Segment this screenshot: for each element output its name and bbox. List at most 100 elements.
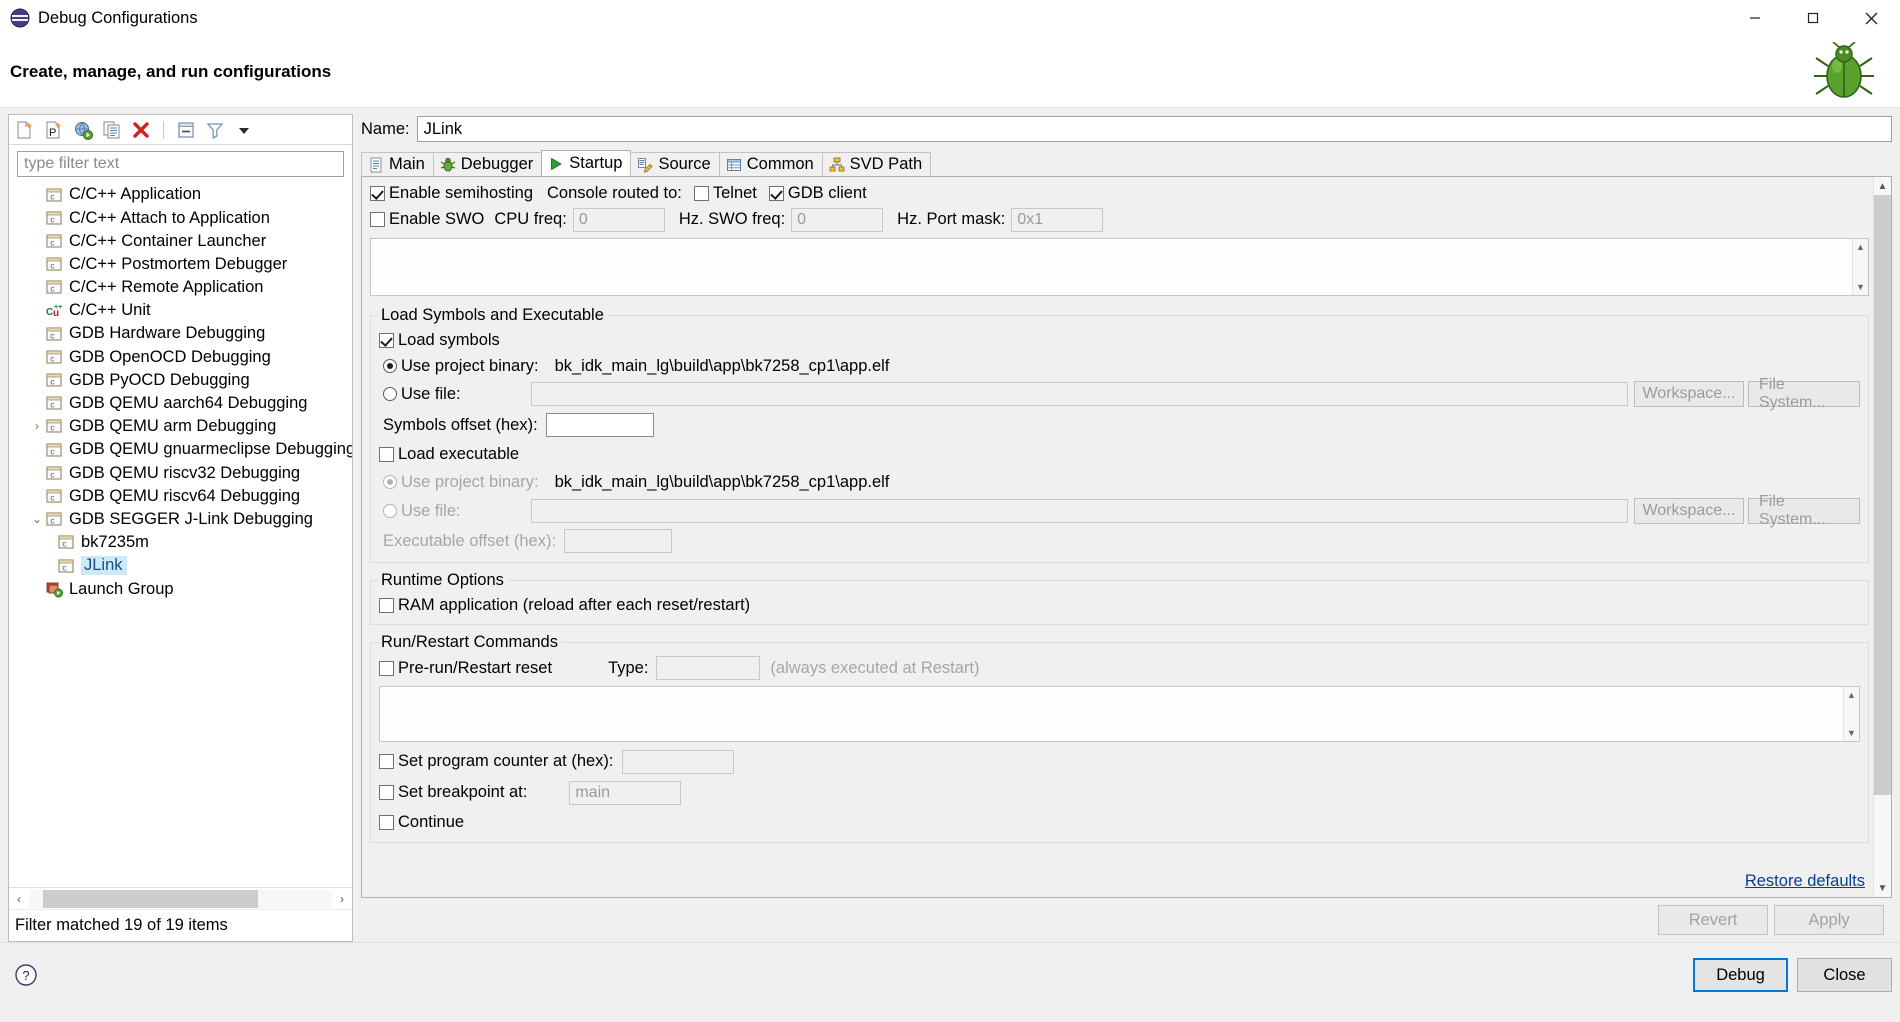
scroll-up-icon[interactable]: ▲ bbox=[1853, 239, 1868, 255]
filter-input[interactable]: type filter text bbox=[17, 151, 344, 177]
tab-source[interactable]: Source bbox=[630, 152, 719, 176]
startup-panel-scrollbar[interactable]: ▲ ▼ bbox=[1873, 177, 1891, 897]
new-configuration-icon[interactable] bbox=[15, 120, 35, 140]
set-breakpoint-input[interactable]: main bbox=[569, 781, 681, 805]
tree-item-c-cpp-container-launcher[interactable]: c C/C++ Container Launcher bbox=[9, 229, 352, 252]
scrollbar-thumb[interactable] bbox=[1874, 195, 1891, 795]
telnet-checkbox[interactable] bbox=[694, 186, 709, 201]
tree-item-c-cpp-remote-application[interactable]: c C/C++ Remote Application bbox=[9, 276, 352, 299]
apply-button[interactable]: Apply bbox=[1774, 905, 1884, 935]
tree-item-c-cpp-attach-to-application[interactable]: c C/C++ Attach to Application bbox=[9, 206, 352, 229]
debug-button[interactable]: Debug bbox=[1693, 958, 1788, 992]
tree-item-jlink[interactable]: c JLink bbox=[9, 554, 352, 577]
maximize-button[interactable] bbox=[1784, 0, 1842, 36]
filter-icon[interactable] bbox=[205, 120, 225, 140]
set-program-counter-input[interactable] bbox=[622, 750, 734, 774]
enable-semihosting-checkbox[interactable] bbox=[370, 186, 385, 201]
startup-content: Enable semihosting Console routed to: Te… bbox=[362, 177, 1891, 897]
tree-item-gdb-hardware-debugging[interactable]: c GDB Hardware Debugging bbox=[9, 322, 352, 345]
executable-use-file-radio[interactable] bbox=[383, 504, 397, 518]
prerun-restart-reset-checkbox[interactable] bbox=[379, 661, 394, 676]
ram-application-row: RAM application (reload after each reset… bbox=[379, 592, 1860, 618]
play-icon bbox=[548, 156, 564, 172]
help-icon[interactable]: ? bbox=[14, 963, 38, 987]
tab-label: Common bbox=[747, 155, 814, 174]
cpu-freq-input[interactable]: 0 bbox=[573, 208, 665, 232]
new-prototype-icon[interactable]: P bbox=[44, 120, 64, 140]
run-restart-commands-group: Run/Restart Commands Pre-run/Restart res… bbox=[370, 633, 1869, 843]
scroll-left-icon[interactable]: ‹ bbox=[9, 892, 29, 906]
tree-item-gdb-qemu-riscv32-debugging[interactable]: c GDB QEMU riscv32 Debugging bbox=[9, 461, 352, 484]
tree-item-gdb-qemu-arm-debugging[interactable]: › c GDB QEMU arm Debugging bbox=[9, 415, 352, 438]
scroll-right-icon[interactable]: › bbox=[332, 892, 352, 906]
tab-svd-path[interactable]: SVD Path bbox=[822, 152, 931, 176]
dialog-footer: ? Debug Close bbox=[0, 943, 1900, 1007]
tree-item-bk7235m[interactable]: c bk7235m bbox=[9, 531, 352, 554]
tree-item-c-cpp-unit[interactable]: C u ++ C/C++ Unit bbox=[9, 299, 352, 322]
symbols-use-file-input[interactable] bbox=[531, 382, 1628, 406]
executable-use-file-input[interactable] bbox=[531, 499, 1628, 523]
swo-freq-input[interactable]: 0 bbox=[791, 208, 883, 232]
tree-item-gdb-segger-jlink-debugging[interactable]: ⌄ c GDB SEGGER J-Link Debugging bbox=[9, 508, 352, 531]
tab-startup[interactable]: Startup bbox=[541, 150, 631, 176]
enable-swo-checkbox[interactable] bbox=[370, 212, 385, 227]
scroll-up-icon[interactable]: ▲ bbox=[1844, 687, 1859, 703]
close-button[interactable]: Close bbox=[1797, 958, 1892, 992]
initialization-commands-textarea[interactable]: ▲ ▼ bbox=[370, 238, 1869, 296]
executable-use-project-binary-radio[interactable] bbox=[383, 475, 397, 489]
executable-workspace-button[interactable]: Workspace... bbox=[1634, 498, 1744, 524]
configurations-tree[interactable]: c C/C++ Application c C/C++ Attach to Ap… bbox=[9, 179, 352, 887]
set-program-counter-checkbox[interactable] bbox=[379, 754, 394, 769]
gdb-client-checkbox[interactable] bbox=[769, 186, 784, 201]
load-executable-checkbox[interactable] bbox=[379, 447, 394, 462]
duplicate-icon[interactable] bbox=[102, 120, 122, 140]
symbols-use-file-radio[interactable] bbox=[383, 387, 397, 401]
symbols-offset-row: Symbols offset (hex): bbox=[379, 409, 1860, 441]
close-window-button[interactable] bbox=[1842, 0, 1900, 36]
executable-offset-input[interactable] bbox=[564, 529, 672, 553]
tree-horizontal-scrollbar[interactable]: ‹ › bbox=[9, 887, 352, 909]
scrollbar-track[interactable] bbox=[29, 890, 332, 908]
new-launch-group-icon[interactable] bbox=[73, 120, 93, 140]
tree-item-gdb-qemu-gnuarmeclipse-debugging[interactable]: c GDB QEMU gnuarmeclipse Debugging ( bbox=[9, 438, 352, 461]
revert-button[interactable]: Revert bbox=[1658, 905, 1768, 935]
symbols-workspace-button[interactable]: Workspace... bbox=[1634, 381, 1744, 407]
view-menu-icon[interactable] bbox=[234, 120, 254, 140]
textarea-scrollbar[interactable]: ▲ ▼ bbox=[1843, 687, 1859, 741]
port-mask-input[interactable]: 0x1 bbox=[1011, 208, 1103, 232]
tab-main[interactable]: Main bbox=[361, 152, 434, 176]
tree-item-c-cpp-postmortem-debugger[interactable]: c C/C++ Postmortem Debugger bbox=[9, 253, 352, 276]
continue-checkbox[interactable] bbox=[379, 815, 394, 830]
ram-application-checkbox[interactable] bbox=[379, 598, 394, 613]
scroll-up-icon[interactable]: ▲ bbox=[1874, 177, 1891, 195]
symbols-offset-input[interactable] bbox=[546, 413, 654, 437]
scroll-down-icon[interactable]: ▼ bbox=[1874, 879, 1891, 897]
scroll-down-icon[interactable]: ▼ bbox=[1844, 725, 1859, 741]
twisty-icon[interactable]: › bbox=[29, 419, 45, 433]
tab-common[interactable]: Common bbox=[719, 152, 823, 176]
tree-item-gdb-qemu-aarch64-debugging[interactable]: c GDB QEMU aarch64 Debugging bbox=[9, 392, 352, 415]
name-input[interactable]: JLink bbox=[417, 116, 1892, 142]
tree-item-gdb-openocd-debugging[interactable]: c GDB OpenOCD Debugging bbox=[9, 345, 352, 368]
twisty-icon[interactable]: ⌄ bbox=[29, 512, 45, 526]
restore-defaults-link[interactable]: Restore defaults bbox=[1745, 872, 1865, 891]
collapse-all-icon[interactable] bbox=[176, 120, 196, 140]
reset-type-input[interactable] bbox=[656, 656, 760, 680]
minimize-button[interactable] bbox=[1726, 0, 1784, 36]
tree-item-label: GDB OpenOCD Debugging bbox=[69, 349, 271, 366]
load-symbols-checkbox[interactable] bbox=[379, 333, 394, 348]
symbols-filesystem-button[interactable]: File System... bbox=[1748, 381, 1860, 407]
scroll-down-icon[interactable]: ▼ bbox=[1853, 279, 1868, 295]
textarea-scrollbar[interactable]: ▲ ▼ bbox=[1852, 239, 1868, 295]
run-commands-textarea[interactable]: ▲ ▼ bbox=[379, 686, 1860, 742]
set-breakpoint-checkbox[interactable] bbox=[379, 785, 394, 800]
tree-item-c-cpp-application[interactable]: c C/C++ Application bbox=[9, 183, 352, 206]
tree-item-gdb-qemu-riscv64-debugging[interactable]: c GDB QEMU riscv64 Debugging bbox=[9, 484, 352, 507]
symbols-use-project-binary-radio[interactable] bbox=[383, 359, 397, 373]
tree-item-launch-group[interactable]: Launch Group bbox=[9, 577, 352, 600]
executable-filesystem-button[interactable]: File System... bbox=[1748, 498, 1860, 524]
delete-icon[interactable] bbox=[131, 120, 151, 140]
tree-item-gdb-pyocd-debugging[interactable]: c GDB PyOCD Debugging bbox=[9, 369, 352, 392]
tab-debugger[interactable]: Debugger bbox=[433, 152, 542, 176]
scrollbar-thumb[interactable] bbox=[43, 890, 258, 908]
